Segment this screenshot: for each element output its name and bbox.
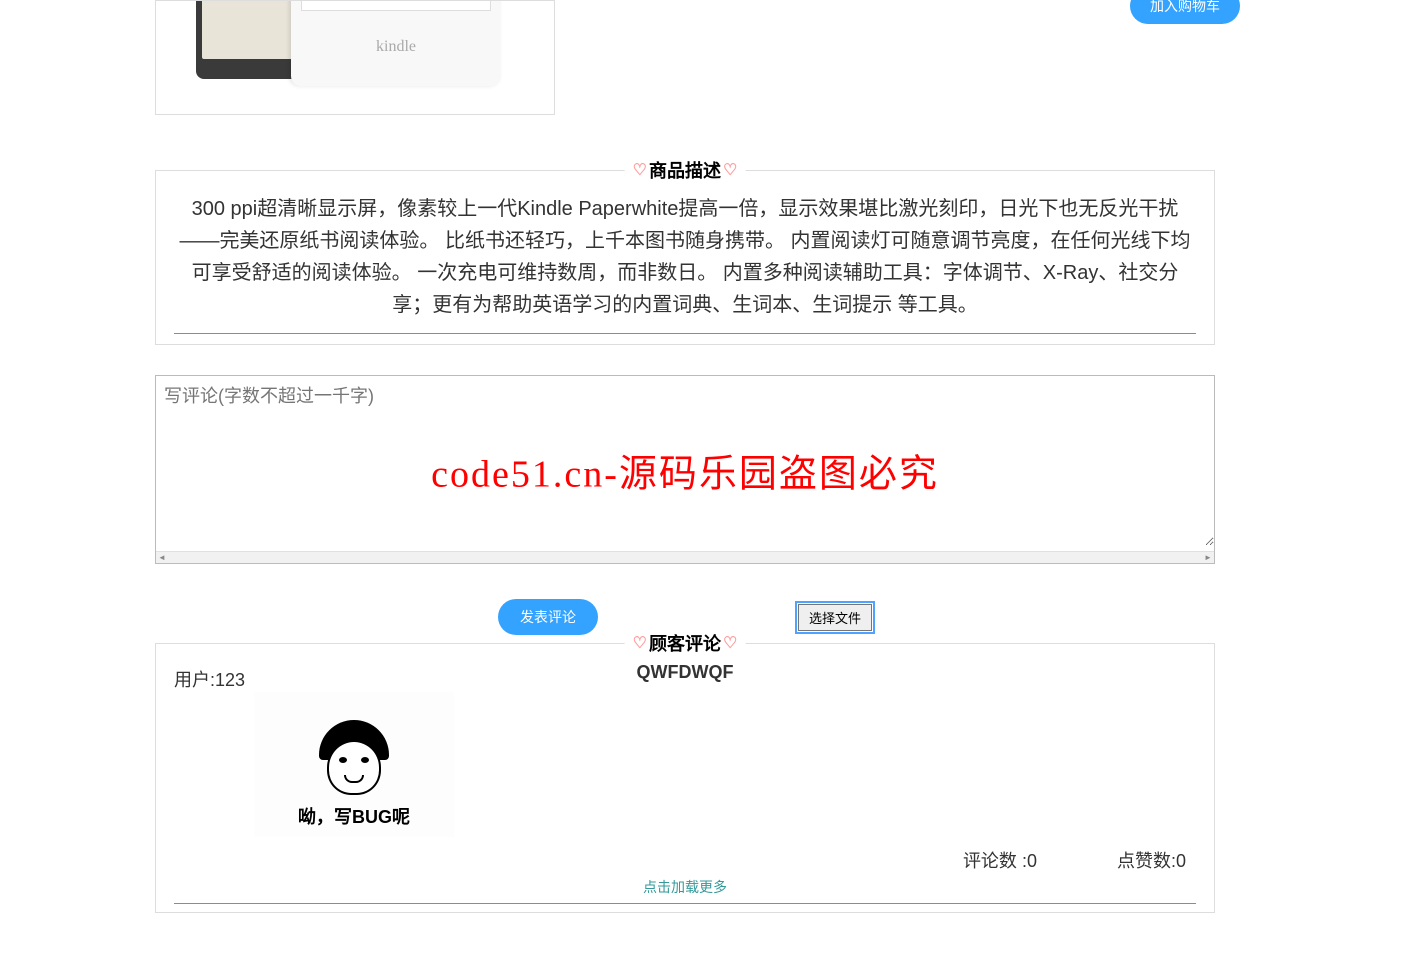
submit-comment-button[interactable]: 发表评论	[498, 599, 598, 635]
likes-value: 0	[1176, 851, 1186, 871]
choose-file-button[interactable]: 选择文件	[798, 604, 872, 631]
scroll-right-icon[interactable]: ►	[1202, 552, 1214, 564]
heart-icon: ♡	[633, 160, 647, 180]
product-image-panel: 一特，她穿的鞋子总是随着心情的变化而不同。 kindle	[155, 0, 555, 115]
divider	[174, 903, 1196, 904]
user-id: 123	[215, 670, 245, 690]
likes-count: 点赞数:0	[1117, 847, 1186, 873]
comments-label: 评论数 :	[963, 851, 1027, 871]
load-more-link[interactable]: 点击加载更多	[174, 877, 1196, 897]
page-container: 加入购物车 一特，她穿的鞋子总是随着心情的变化而不同。 kindle ♡ 商品描…	[155, 0, 1215, 913]
customer-reviews-section: ♡ 顾客评论 ♡ QWFDWQF 用户:123 呦，写BUG呢 评	[155, 643, 1215, 913]
comments-value: 0	[1027, 851, 1037, 871]
meme-caption: 呦，写BUG呢	[298, 803, 410, 829]
review-meta-row: 评论数 :0 点赞数:0	[174, 847, 1196, 873]
section-legend: ♡ 顾客评论 ♡	[625, 630, 746, 656]
legend-text: 商品描述	[649, 157, 721, 183]
user-prefix: 用户:	[174, 670, 215, 690]
product-description-section: ♡ 商品描述 ♡ 300 ppi超清晰显示屏，像素较上一代Kindle Pape…	[155, 170, 1215, 345]
comments-count: 评论数 :0	[963, 847, 1037, 873]
review-attached-image: 呦，写BUG呢	[254, 692, 454, 837]
legend-text: 顾客评论	[649, 630, 721, 656]
likes-label: 点赞数:	[1117, 851, 1176, 871]
kindle-screen-text: 一特，她穿的鞋子总是随着心情的变化而不同。	[301, 0, 491, 11]
add-to-cart-button[interactable]: 加入购物车	[1130, 0, 1240, 24]
product-description-text: 300 ppi超清晰显示屏，像素较上一代Kindle Paperwhite提高一…	[174, 193, 1196, 321]
kindle-white-device: 一特，她穿的鞋子总是随着心情的变化而不同。 kindle	[291, 0, 501, 86]
section-legend: ♡ 商品描述 ♡	[625, 157, 746, 183]
horizontal-scrollbar[interactable]: ◄ ►	[156, 551, 1214, 563]
meme-face-graphic	[309, 720, 399, 795]
heart-icon: ♡	[723, 160, 737, 180]
heart-icon: ♡	[723, 633, 737, 653]
kindle-logo-text: kindle	[291, 38, 501, 56]
comment-input[interactable]	[156, 376, 1214, 546]
review-title: QWFDWQF	[637, 662, 734, 683]
heart-icon: ♡	[633, 633, 647, 653]
scroll-left-icon[interactable]: ◄	[156, 552, 168, 564]
divider	[174, 333, 1196, 334]
review-user-label: 用户:123	[174, 664, 245, 692]
comment-textarea-container: code51.cn-源码乐园盗图必究 ◄ ►	[155, 375, 1215, 564]
